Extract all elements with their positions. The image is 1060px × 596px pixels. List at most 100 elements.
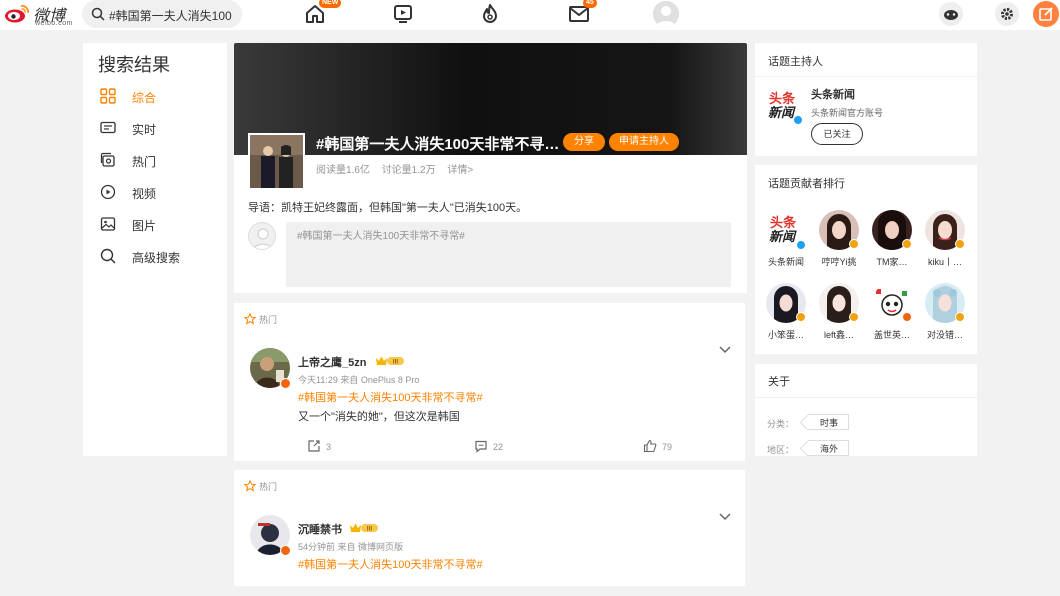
verified-badge xyxy=(902,239,912,249)
category-tag[interactable]: 时事 xyxy=(808,414,850,430)
top-nav: 微博 weibo.com #韩国第一夫人消失100 NEW 45 xyxy=(0,0,1060,30)
verified-badge xyxy=(280,378,291,389)
search-filter-sidebar: 搜索结果 综合 实时 热门 视频 图片 高级搜索 xyxy=(83,43,227,456)
host-name[interactable]: 头条新闻 xyxy=(811,86,855,102)
feed-post: 热门 沉睡禁书 III 54分钟前 来自 微博网页版 #韩国第一夫人消失100天… xyxy=(234,470,745,586)
sidebar-item-label: 综合 xyxy=(132,91,157,105)
gamepad-icon xyxy=(944,10,958,20)
verified-badge xyxy=(849,312,859,322)
chevron-down-icon[interactable] xyxy=(718,345,732,355)
discussion-count: 讨论量1.2万 xyxy=(381,165,436,176)
like-button[interactable]: 79 xyxy=(643,439,672,453)
compose-placeholder: #韩国第一夫人消失100天非常不寻常# xyxy=(297,231,465,242)
category-key: 分类： xyxy=(767,419,795,429)
post-meta: 54分钟前 来自 微博网页版 xyxy=(298,542,404,552)
crown-level-icon: III xyxy=(350,523,378,533)
search-icon xyxy=(100,248,116,264)
contributor-name[interactable]: left鑫… xyxy=(814,328,864,341)
author-name[interactable]: 沉睡禁书 xyxy=(298,521,342,537)
search-query: #韩国第一夫人消失100 xyxy=(109,9,232,23)
apply-host-button[interactable]: 申请主持人 xyxy=(609,133,679,151)
sidebar-item-comprehensive[interactable]: 综合 xyxy=(98,86,218,106)
sidebar-item-label: 高级搜索 xyxy=(132,251,181,265)
post-meta: 今天11:29 来自 OnePlus 8 Pro xyxy=(298,375,420,385)
sidebar-item-label: 视频 xyxy=(132,187,157,201)
hot-label-text: 热门 xyxy=(259,315,278,325)
verified-badge xyxy=(955,239,965,249)
verified-badge xyxy=(796,312,806,322)
level-label: III xyxy=(367,526,373,533)
compose-textarea[interactable]: #韩国第一夫人消失100天非常不寻常# xyxy=(286,222,731,287)
user-avatar[interactable] xyxy=(653,1,679,27)
contributor-name[interactable]: 小笨蛋… xyxy=(761,328,811,341)
contributor-name[interactable]: 头条新闻 xyxy=(761,255,811,268)
logo-line-2: 新闻 xyxy=(769,230,796,245)
contributor-name[interactable]: 对没错… xyxy=(920,328,970,341)
topic-thumbnail[interactable] xyxy=(248,133,305,190)
verified-badge xyxy=(902,312,912,322)
post-topic-link[interactable]: #韩国第一夫人消失100天非常不寻常# xyxy=(298,389,483,405)
sidebar-item-advanced-search[interactable]: 高级搜索 xyxy=(98,246,218,266)
contributor-name[interactable]: TM家… xyxy=(867,255,917,268)
crown-level-icon: III xyxy=(376,356,404,366)
sidebar-item-images[interactable]: 图片 xyxy=(98,214,218,234)
repost-count: 3 xyxy=(326,442,332,452)
nav-home[interactable]: NEW xyxy=(303,0,342,26)
realtime-icon xyxy=(100,121,116,134)
topic-title[interactable]: #韩国第一夫人消失100天非常不寻… xyxy=(316,133,559,154)
feed-post: 热门 上帝之鹰_5zn III 今天11:29 来自 OnePlus 8 Pro… xyxy=(234,303,745,461)
search-input[interactable]: #韩国第一夫人消失100 xyxy=(82,0,242,28)
chevron-down-icon[interactable] xyxy=(718,512,732,522)
hot-label: 热门 xyxy=(244,480,277,493)
share-button[interactable]: 分享 xyxy=(563,133,605,151)
topic-lead: 导语：凯特王妃终露面，但韩国"第一夫人"已消失100天。 xyxy=(248,202,528,214)
edit-icon xyxy=(1039,7,1053,21)
hot-icon xyxy=(100,152,115,167)
grid-icon xyxy=(100,88,116,104)
repost-button[interactable]: 3 xyxy=(307,439,331,453)
sidebar-item-label: 热门 xyxy=(132,155,157,169)
post-text: 又一个"消失的她"，但这次是韩国 xyxy=(298,411,460,423)
star-icon xyxy=(244,313,256,325)
sidebar-item-realtime[interactable]: 实时 xyxy=(98,118,218,138)
contributor-name[interactable]: kiku丨… xyxy=(920,255,970,268)
comment-icon xyxy=(475,440,487,453)
level-label: III xyxy=(393,359,399,366)
nav-hot[interactable] xyxy=(478,2,502,26)
contributor-name[interactable]: 哼哼Yi挑 xyxy=(814,255,864,268)
video-icon xyxy=(394,5,412,23)
region-tag[interactable]: 海外 xyxy=(808,440,850,456)
divider xyxy=(755,397,977,398)
contributor-name[interactable]: 盖世英… xyxy=(867,328,917,341)
logo-line-2: 新闻 xyxy=(768,106,795,121)
compose-avatar xyxy=(248,222,276,250)
post-topic-link[interactable]: #韩国第一夫人消失100天非常不寻常# xyxy=(298,556,483,572)
settings-button[interactable] xyxy=(995,2,1019,26)
verified-badge xyxy=(955,312,965,322)
like-count: 79 xyxy=(662,442,673,452)
sidebar-item-video[interactable]: 视频 xyxy=(98,182,218,202)
compose-button[interactable] xyxy=(1033,1,1059,27)
sidebar-item-label: 图片 xyxy=(132,219,157,233)
details-link[interactable]: 详情> xyxy=(447,165,473,176)
nav-video[interactable] xyxy=(391,2,415,26)
verified-badge xyxy=(280,545,291,556)
flame-icon xyxy=(483,4,497,23)
verified-badge xyxy=(796,240,806,250)
sidebar-item-hot[interactable]: 热门 xyxy=(98,150,218,170)
follow-button[interactable]: 已关注 xyxy=(811,123,863,145)
author-name[interactable]: 上帝之鹰_5zn xyxy=(298,354,366,370)
weibo-logo[interactable]: 微博 weibo.com xyxy=(4,2,74,28)
sidebar-title: 搜索结果 xyxy=(98,55,170,75)
comment-button[interactable]: 22 xyxy=(474,439,503,453)
game-button[interactable] xyxy=(939,2,963,26)
repost-icon xyxy=(308,440,320,452)
thumbs-up-icon xyxy=(643,439,657,453)
search-icon xyxy=(91,7,105,21)
video-icon xyxy=(100,184,116,200)
hot-label: 热门 xyxy=(244,313,277,326)
nav-messages[interactable]: 45 xyxy=(567,0,597,26)
section-title: 话题主持人 xyxy=(768,56,823,68)
messages-badge: 45 xyxy=(583,0,597,8)
host-description: 头条新闻官方账号 xyxy=(811,108,884,118)
